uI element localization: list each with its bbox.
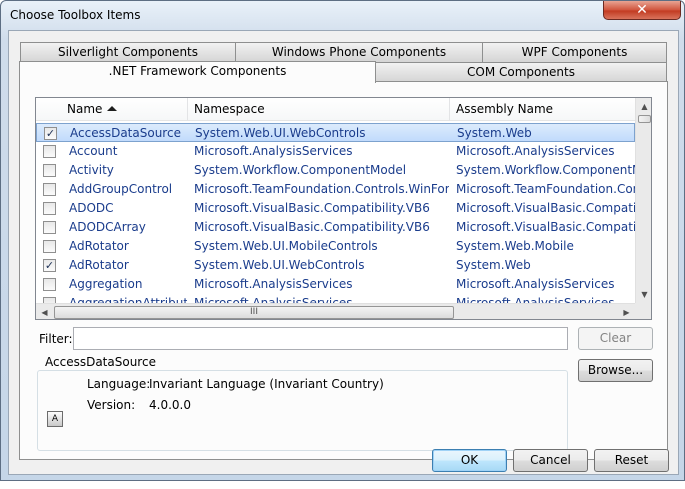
table-row[interactable]: ✓ AccessDataSource System.Web.UI.WebCont… — [36, 123, 635, 142]
row-name: Account — [69, 144, 118, 158]
row-checkbox[interactable] — [43, 278, 56, 291]
row-name: AdRotator — [69, 239, 129, 253]
version-label: Version: — [87, 398, 136, 412]
row-checkbox[interactable]: ✓ — [44, 127, 57, 140]
row-namespace: System.Web.UI.MobileControls — [194, 239, 378, 253]
row-name: ADODCArray — [69, 220, 146, 234]
vertical-scroll-thumb[interactable] — [638, 115, 651, 123]
components-list[interactable]: Name Namespace Assembly Name ✓ AccessDat… — [35, 97, 652, 320]
vertical-scrollbar[interactable]: ▲ ▼ — [635, 98, 651, 303]
row-checkbox[interactable] — [43, 202, 56, 215]
row-checkbox[interactable] — [43, 240, 56, 253]
column-header-namespace[interactable]: Namespace — [188, 98, 450, 121]
column-header-name-label: Name — [67, 102, 103, 116]
row-assembly: System.Web — [457, 126, 532, 140]
row-assembly: Microsoft.VisualBasic.Compatibili — [456, 220, 636, 234]
row-name: ADODC — [69, 201, 114, 215]
cancel-button[interactable]: Cancel — [513, 449, 588, 472]
column-header-assembly-name[interactable]: Assembly Name — [450, 98, 635, 121]
table-row[interactable]: Account Microsoft.AnalysisServices Micro… — [36, 142, 635, 161]
row-assembly: Microsoft.TeamFoundation.Contr — [456, 182, 636, 196]
row-namespace: Microsoft.VisualBasic.Compatibility.VB6 — [194, 220, 430, 234]
row-assembly: Microsoft.VisualBasic.Compatibili — [456, 201, 636, 215]
table-row[interactable]: ✓ AdRotator System.Web.UI.WebControls Sy… — [36, 256, 635, 275]
row-checkbox[interactable] — [43, 183, 56, 196]
table-row[interactable]: ADODCArray Microsoft.VisualBasic.Compati… — [36, 218, 636, 237]
row-namespace: Microsoft.TeamFoundation.Controls.WinFor… — [194, 182, 449, 196]
tab-windows-phone-components[interactable]: Windows Phone Components — [235, 42, 483, 62]
scroll-left-icon[interactable]: ◀ — [36, 304, 53, 319]
row-namespace: Microsoft.AnalysisServices — [194, 277, 353, 291]
column-header-name[interactable]: Name — [61, 98, 188, 121]
horizontal-scroll-thumb[interactable]: III — [54, 306, 454, 319]
row-namespace: System.Web.UI.WebControls — [195, 126, 366, 140]
row-name: Aggregation — [69, 277, 143, 291]
tab-wpf-components[interactable]: WPF Components — [482, 42, 667, 62]
table-row[interactable]: AdRotator System.Web.UI.MobileControls S… — [36, 237, 635, 256]
scroll-up-icon[interactable]: ▲ — [636, 98, 651, 115]
row-namespace: Microsoft.VisualBasic.Compatibility.VB6 — [194, 201, 430, 215]
version-value: 4.0.0.0 — [149, 398, 191, 412]
row-assembly: System.Web.Mobile — [456, 239, 574, 253]
row-assembly: System.Workflow.ComponentMo — [456, 163, 636, 177]
horizontal-scrollbar[interactable]: ◀ III ▶ — [36, 303, 635, 319]
window-title: Choose Toolbox Items — [10, 8, 141, 22]
clear-button[interactable]: Clear — [578, 327, 653, 350]
row-name: AccessDataSource — [70, 126, 181, 140]
browse-button[interactable]: Browse... — [578, 359, 653, 382]
reset-button[interactable]: Reset — [594, 449, 669, 472]
table-row[interactable]: AddGroupControl Microsoft.TeamFoundation… — [36, 180, 636, 199]
filter-input[interactable] — [73, 327, 568, 350]
row-name: Activity — [69, 163, 114, 177]
tab-silverlight-components[interactable]: Silverlight Components — [20, 42, 236, 62]
ok-button[interactable]: OK — [432, 449, 507, 472]
row-name: AddGroupControl — [69, 182, 173, 196]
row-assembly: Microsoft.AnalysisServices — [456, 144, 615, 158]
assembly-icon: A — [47, 411, 63, 427]
list-header: Name Namespace Assembly Name — [36, 98, 635, 121]
row-name: AdRotator — [69, 258, 129, 272]
table-row[interactable]: Aggregation Microsoft.AnalysisServices M… — [36, 275, 635, 294]
row-assembly: System.Web — [456, 258, 531, 272]
scroll-right-icon[interactable]: ▶ — [618, 304, 635, 319]
scroll-down-icon[interactable]: ▼ — [636, 286, 651, 303]
tab-net-framework-components[interactable]: .NET Framework Components — [19, 61, 376, 83]
tab-com-components[interactable]: COM Components — [375, 62, 667, 82]
scrollbar-corner — [635, 303, 651, 319]
details-group-title: AccessDataSource — [43, 355, 158, 369]
row-assembly: Microsoft.AnalysisServices — [456, 277, 615, 291]
filter-label: Filter: — [39, 332, 73, 346]
row-namespace: System.Workflow.ComponentModel — [194, 163, 407, 177]
dialog-window: Choose Toolbox Items ✕ Silverlight Compo… — [0, 0, 685, 481]
sort-ascending-icon — [107, 106, 118, 111]
row-checkbox[interactable] — [43, 221, 56, 234]
dialog-client-area: Silverlight Components Windows Phone Com… — [8, 30, 679, 475]
row-namespace: Microsoft.AnalysisServices — [194, 144, 353, 158]
row-checkbox[interactable] — [43, 164, 56, 177]
language-value: Invariant Language (Invariant Country) — [149, 377, 384, 391]
row-checkbox[interactable] — [43, 145, 56, 158]
table-row[interactable]: ADODC Microsoft.VisualBasic.Compatibilit… — [36, 199, 636, 218]
close-button[interactable]: ✕ — [603, 1, 681, 20]
row-checkbox[interactable]: ✓ — [43, 259, 56, 272]
row-namespace: System.Web.UI.WebControls — [194, 258, 365, 272]
language-label: Language: — [87, 377, 151, 391]
table-row[interactable]: Activity System.Workflow.ComponentModel … — [36, 161, 636, 180]
